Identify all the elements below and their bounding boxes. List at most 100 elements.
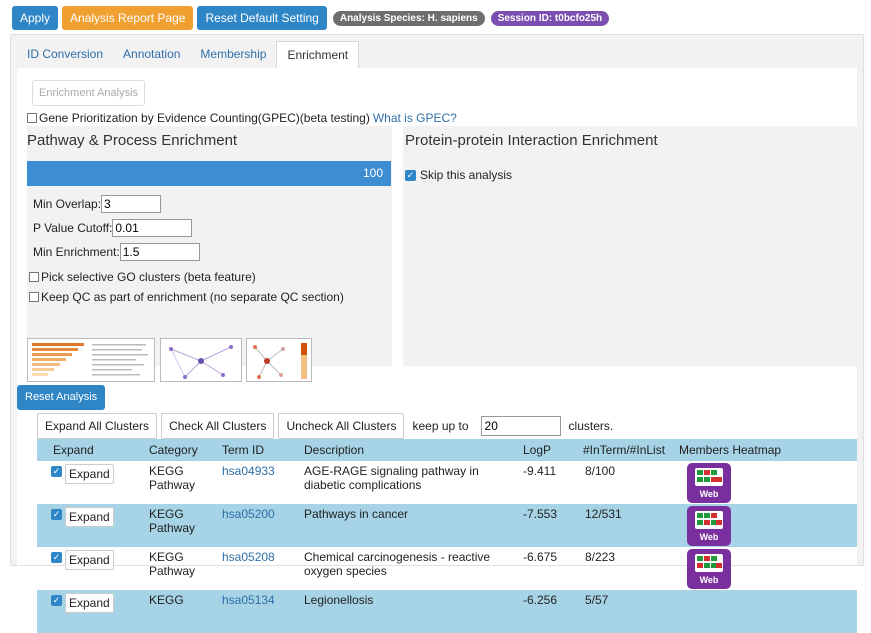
- thumb-node: [279, 373, 283, 377]
- min-enrichment-label: Min Enrichment:: [33, 245, 120, 259]
- gpec-help-link[interactable]: What is GPEC?: [373, 111, 457, 125]
- keep-up-to-field: [477, 416, 565, 436]
- thumb-node: [183, 375, 187, 379]
- min-overlap-input[interactable]: [101, 195, 162, 213]
- skip-analysis-option: ✓ Skip this analysis: [405, 168, 512, 182]
- thumb-line: [92, 364, 144, 366]
- bar-graph-thumbnail[interactable]: [27, 338, 155, 382]
- row-category: KEGG Pathway: [149, 507, 196, 535]
- row-description: Pathways in cancer: [304, 507, 409, 521]
- row-expand-button[interactable]: Expand: [65, 593, 114, 613]
- ppi-title: Protein-protein Interaction Enrichment: [405, 132, 658, 149]
- enrichment-slider[interactable]: 100: [27, 161, 391, 186]
- toolbar: Apply Analysis Report Page Reset Default…: [12, 6, 610, 30]
- network-thumbnail-pvalue[interactable]: [246, 338, 312, 382]
- row-checkbox[interactable]: ✓: [51, 466, 62, 477]
- thumb-bar: [32, 358, 66, 361]
- expand-all-button[interactable]: Expand All Clusters: [37, 413, 158, 439]
- reset-analysis-button[interactable]: Reset Analysis: [17, 385, 106, 410]
- thumb-bar: [32, 368, 54, 371]
- analysis-report-button[interactable]: Analysis Report Page: [62, 6, 194, 30]
- results-table-header: Expand Category Term ID Description LogP…: [37, 439, 857, 461]
- row-logp: -9.411: [523, 464, 557, 478]
- row-expand-button[interactable]: Expand: [65, 550, 114, 570]
- heatmap-grid-icon: [695, 511, 723, 529]
- row-checkbox[interactable]: ✓: [51, 509, 62, 520]
- heatmap-web-button[interactable]: Web: [687, 506, 731, 546]
- pvalue-row: P Value Cutoff:: [33, 219, 193, 237]
- thumb-line: [92, 374, 140, 376]
- heatmap-web-button[interactable]: Web: [687, 549, 731, 589]
- row-category: KEGG Pathway: [149, 550, 196, 578]
- thumb-node: [257, 375, 261, 379]
- check-all-button[interactable]: Check All Clusters: [161, 413, 275, 439]
- row-term-id-link[interactable]: hsa05200: [222, 507, 275, 521]
- header-term-id: Term ID: [222, 443, 264, 457]
- heatmap-web-button[interactable]: Web: [687, 463, 731, 503]
- row-description: AGE-RAGE signaling pathway in diabetic c…: [304, 464, 479, 492]
- tab-membership[interactable]: Membership: [190, 41, 276, 68]
- network-cluster-image: [169, 345, 233, 379]
- row-expand-button[interactable]: Expand: [65, 464, 114, 484]
- thumb-colorbar: [301, 343, 307, 355]
- min-overlap-row: Min Overlap:: [33, 195, 162, 213]
- thumb-node: [198, 358, 204, 364]
- row-logp: -7.553: [523, 507, 558, 521]
- ppi-enrichment-section: Protein-protein Interaction Enrichment ✓…: [403, 126, 857, 366]
- thumb-edge: [184, 360, 202, 378]
- pick-go-label: Pick selective GO clusters (beta feature…: [41, 270, 256, 284]
- pick-go-checkbox[interactable]: [29, 272, 39, 282]
- pvalue-input[interactable]: [112, 219, 193, 237]
- reset-default-button[interactable]: Reset Default Setting: [197, 6, 327, 30]
- network-pvalue-image: [253, 343, 307, 379]
- thumb-node: [264, 358, 270, 364]
- header-expand: Expand: [53, 443, 94, 457]
- web-label: Web: [699, 532, 719, 542]
- network-thumbnail-cluster[interactable]: [160, 338, 242, 382]
- enrichment-analysis-button[interactable]: Enrichment Analysis: [32, 80, 146, 106]
- row-term-id-link[interactable]: hsa05208: [222, 550, 275, 564]
- header-description: Description: [304, 443, 365, 457]
- keep-qc-checkbox[interactable]: [29, 292, 39, 302]
- min-enrichment-row: Min Enrichment:: [33, 243, 200, 261]
- header-category: Category: [149, 443, 198, 457]
- uncheck-all-button[interactable]: Uncheck All Clusters: [278, 413, 405, 439]
- row-checkbox[interactable]: ✓: [51, 552, 62, 563]
- apply-button[interactable]: Apply: [12, 6, 59, 30]
- min-enrichment-input[interactable]: [119, 243, 200, 261]
- row-interm-inlist: 12/531: [585, 507, 622, 521]
- row-interm-inlist: 8/100: [585, 464, 616, 478]
- pvalue-label: P Value Cutoff:: [33, 221, 113, 235]
- tab-enrichment[interactable]: Enrichment: [276, 41, 360, 69]
- pathway-enrichment-section: Pathway & Process Enrichment 100 Min Ove…: [27, 126, 392, 366]
- row-term-id-link[interactable]: hsa05134: [222, 593, 275, 607]
- keep-clusters-input[interactable]: [480, 416, 561, 436]
- clusters-suffix: clusters.: [568, 419, 614, 433]
- thumb-line: [92, 369, 132, 371]
- min-overlap-label: Min Overlap:: [33, 197, 102, 211]
- thumb-edge: [200, 360, 224, 376]
- keep-up-to-label: keep up to: [412, 419, 469, 433]
- table-row: ✓ Expand KEGG hsa05134 Legionellosis -6.…: [37, 590, 857, 633]
- row-term-id-link[interactable]: hsa04933: [222, 464, 275, 478]
- table-row: ✓ Expand KEGG Pathway hsa04933 AGE-RAGE …: [37, 461, 857, 504]
- gpec-checkbox[interactable]: [27, 113, 37, 123]
- pathway-title: Pathway & Process Enrichment: [27, 132, 238, 149]
- thumb-node: [221, 373, 225, 377]
- keep-qc-label: Keep QC as part of enrichment (no separa…: [41, 290, 344, 304]
- pick-go-option: Pick selective GO clusters (beta feature…: [29, 270, 256, 284]
- row-expand-button[interactable]: Expand: [65, 507, 114, 527]
- gpec-label: Gene Prioritization by Evidence Counting…: [39, 111, 370, 125]
- tab-id-conversion[interactable]: ID Conversion: [17, 41, 113, 68]
- thumb-line: [92, 344, 146, 346]
- row-checkbox[interactable]: ✓: [51, 595, 62, 606]
- table-row: ✓ Expand KEGG Pathway hsa05208 Chemical …: [37, 547, 857, 590]
- tab-annotation[interactable]: Annotation: [113, 41, 190, 68]
- row-description: Legionellosis: [304, 593, 374, 607]
- thumb-edge: [170, 348, 186, 378]
- row-interm-inlist: 5/57: [585, 593, 609, 607]
- row-description: Chemical carcinogenesis - reactive oxyge…: [304, 550, 491, 578]
- row-logp: -6.256: [523, 593, 558, 607]
- skip-analysis-checkbox[interactable]: ✓: [405, 169, 416, 181]
- thumb-edge: [170, 348, 202, 362]
